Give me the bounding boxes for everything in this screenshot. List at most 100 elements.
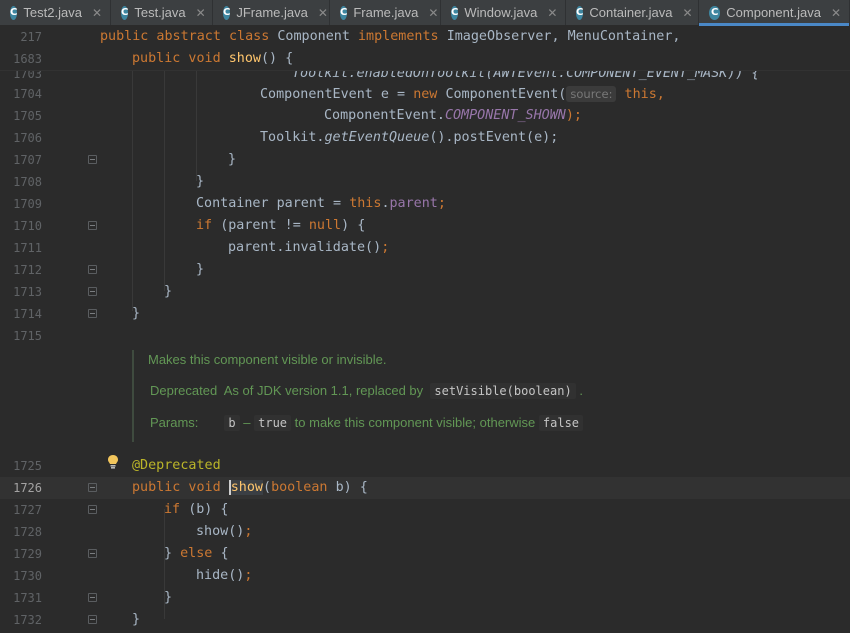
code-line[interactable]: Toolkit.getEventQueue().postEvent(e); [260,127,558,149]
fold-marker[interactable] [88,615,97,624]
doc-code: false [538,415,584,431]
line-number: 1715 [13,329,42,343]
code-token: public void [132,51,229,66]
code-line[interactable]: if (b) { [164,499,229,521]
code-token: public abstract class [100,29,278,44]
code-line[interactable]: } [132,303,140,325]
tab-container-java[interactable]: C Container.java ✕ [566,0,699,25]
code-token: parent [389,196,438,211]
fold-marker[interactable] [88,309,97,318]
fold-marker[interactable] [88,155,97,164]
tab-label: Window.java [464,5,538,20]
code-token: if [196,218,221,233]
code-line[interactable]: show(); [196,521,252,543]
fold-marker[interactable] [88,549,97,558]
doc-params: Params: b – true to make this component v… [150,415,584,431]
code-token: implements [358,29,447,44]
code-line[interactable]: ComponentEvent.COMPONENT_SHOWN); [324,105,582,127]
close-icon[interactable]: ✕ [428,6,438,20]
line-number: 1708 [13,175,42,189]
code-token: Component [277,29,358,44]
tab-frame-java[interactable]: C Frame.java ✕ [330,0,441,25]
tab-test-java[interactable]: C Test.java ✕ [111,0,213,25]
fold-marker[interactable] [88,221,97,230]
indent-guide [164,71,165,291]
line-number: 1728 [13,525,42,539]
code-line[interactable]: } [228,149,236,171]
close-icon[interactable]: ✕ [831,6,841,20]
code-token: ; [437,196,446,211]
code-line[interactable]: hide(); [196,565,252,587]
code-line[interactable]: } [164,281,172,303]
code-line[interactable]: } [196,259,204,281]
code-line[interactable]: parent.invalidate(); [228,237,389,259]
close-icon[interactable]: ✕ [196,6,206,20]
code-token: COMPONENT_SHOWN [444,108,566,123]
close-icon[interactable]: ✕ [92,6,102,20]
code-token: this, [616,87,665,102]
line-number: 1706 [13,131,42,145]
doc-text: – [243,415,251,430]
code-token: () { [261,51,294,66]
tab-window-java[interactable]: C Window.java ✕ [441,0,566,25]
code-line[interactable]: if (parent != null) { [196,215,365,237]
code-token: ; [244,568,253,583]
code-token: ) { [341,218,366,233]
line-number: 1705 [13,109,42,123]
tab-label: JFrame.java [236,5,308,20]
code-token: show [228,51,261,66]
doc-code: true [254,415,292,431]
code-token: Toolkit. [260,130,325,145]
code-line[interactable]: } [196,171,204,193]
fold-marker[interactable] [88,505,97,514]
line-number: 1714 [13,307,42,321]
fold-marker[interactable] [88,593,97,602]
code-token: new [413,87,446,102]
code-token: { [220,546,229,561]
code-line[interactable]: } else { [164,543,229,565]
code-line[interactable]: @Deprecated [132,455,221,477]
line-number: 1707 [13,153,42,167]
fold-marker[interactable] [88,483,97,492]
code-token: (parent != [220,218,309,233]
code-token: ComponentEvent. [324,108,445,123]
code-token: public void [132,480,229,495]
tab-label: Frame.java [353,5,419,20]
close-icon[interactable]: ✕ [318,6,328,20]
code-token: Container parent = [196,196,350,211]
code-line[interactable]: } [132,609,140,631]
fold-marker[interactable] [88,265,97,274]
code-line[interactable]: Container parent = this.parent; [196,193,446,215]
tab-label: Test.java [134,5,186,20]
tab-component-java[interactable]: C Component.java ✕ [699,0,850,26]
line-number: 1731 [13,591,42,605]
tab-label: Component.java [726,5,821,20]
tab-test2-java[interactable]: C Test2.java ✕ [0,0,111,25]
code-line[interactable]: } [164,587,172,609]
code-line[interactable]: ComponentEvent e = new ComponentEvent(so… [260,83,665,105]
tab-label: Test2.java [23,5,82,20]
fold-marker[interactable] [88,287,97,296]
line-number: 1704 [13,87,42,101]
close-icon[interactable]: ✕ [682,6,692,20]
doc-code: setVisible(boolean) [430,383,576,399]
line-number: 1727 [13,503,42,517]
java-class-icon: C [10,5,18,20]
line-number: 1729 [13,547,42,561]
tab-jframe-java[interactable]: C JFrame.java ✕ [213,0,330,25]
code-line[interactable]: public void show() { [132,48,293,70]
line-number: 1725 [13,459,42,473]
rendered-javadoc[interactable]: Makes this component visible or invisibl… [132,350,848,442]
code-token: boolean [271,480,336,495]
code-token: . [381,196,390,211]
code-editor[interactable]: 1703 Toolkit.enabledOnToolkit(AWTEvent.C… [0,71,850,633]
line-number: 217 [20,30,42,44]
lightbulb-icon[interactable] [107,454,119,470]
line-number: 1713 [13,285,42,299]
code-line[interactable]: public abstract class Component implemen… [100,26,680,48]
line-number: 1709 [13,197,42,211]
line-number: 1732 [13,613,42,627]
close-icon[interactable]: ✕ [547,6,557,20]
code-line[interactable]: public void show(boolean b) { [132,477,368,499]
tab-label: Container.java [589,5,673,20]
